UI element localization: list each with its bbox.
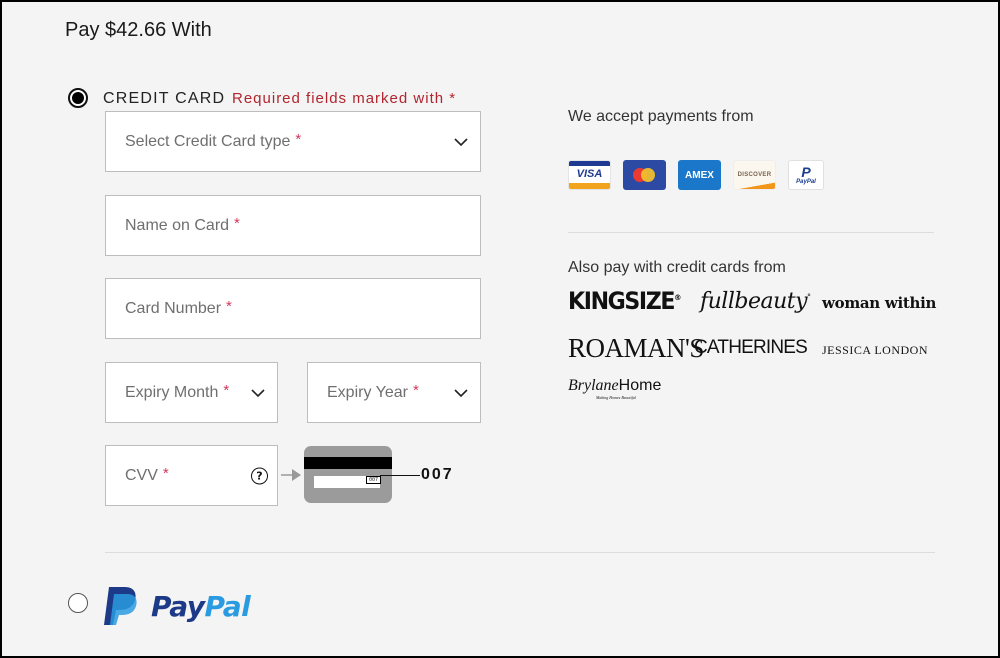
- brand-roamans-logo: ROAMAN'S: [568, 333, 704, 363]
- payment-options-divider: [105, 552, 935, 553]
- visa-text: VISA: [576, 168, 603, 180]
- paypal-radio[interactable]: [68, 593, 88, 613]
- card-type-select[interactable]: Select Credit Card type *: [105, 111, 481, 172]
- brand-kingsize-logo: KINGSIZE®: [568, 287, 681, 315]
- discover-logo: DISCOVER: [733, 160, 776, 190]
- paypal-small-text: PayPal: [796, 179, 816, 185]
- section-divider: [568, 232, 934, 233]
- amex-text: AMEX: [685, 169, 714, 181]
- chevron-down-icon: [454, 388, 468, 397]
- cvv-box: 007: [366, 476, 381, 484]
- required-asterisk: *: [412, 382, 419, 399]
- partner-brands-title: Also pay with credit cards from: [568, 259, 786, 276]
- accepted-card-logos: VISA AMEX DISCOVER P PayPal: [568, 160, 824, 190]
- chevron-down-icon: [454, 137, 468, 146]
- required-asterisk: *: [226, 298, 232, 315]
- visa-logo: VISA: [568, 160, 611, 190]
- cvv-callout-line: [380, 475, 420, 476]
- required-asterisk: *: [223, 382, 230, 399]
- required-asterisk: *: [295, 131, 302, 148]
- brand-jessica-london-logo: JESSICA LONDON: [822, 343, 929, 357]
- paypal-option[interactable]: PayPal: [103, 585, 251, 627]
- cvv-placeholder: CVV: [125, 466, 158, 484]
- brand-fullbeauty-logo: fullbeauty°: [700, 289, 811, 314]
- card-number-placeholder: Card Number: [125, 299, 222, 317]
- page-title: Pay $42.66 With: [65, 19, 212, 41]
- expiry-month-placeholder: Expiry Month: [125, 383, 219, 401]
- credit-card-label[interactable]: CREDIT CARD: [103, 90, 225, 108]
- accepted-payments-title: We accept payments from: [568, 108, 754, 125]
- expiry-year-select[interactable]: Expiry Year *: [307, 362, 481, 423]
- expiry-month-select[interactable]: Expiry Month *: [105, 362, 278, 423]
- card-type-placeholder: Select Credit Card type: [125, 132, 291, 150]
- cvv-callout-text: 007: [421, 466, 454, 483]
- paypal-small-logo: P PayPal: [788, 160, 824, 190]
- arrow-right-icon: [281, 469, 301, 481]
- card-number-input[interactable]: Card Number *: [105, 278, 481, 339]
- paypal-wordmark: PayPal: [151, 589, 251, 623]
- mastercard-logo: [623, 160, 666, 190]
- brylane-tagline: Making Homes Beautiful: [596, 395, 636, 400]
- help-icon[interactable]: ?: [251, 467, 268, 484]
- required-fields-note: Required fields marked with *: [232, 90, 457, 107]
- magnetic-stripe: [304, 457, 392, 469]
- paypal-p-icon: [104, 587, 137, 625]
- discover-text: DISCOVER: [737, 172, 772, 178]
- chevron-down-icon: [251, 388, 265, 397]
- required-asterisk: *: [162, 465, 169, 482]
- brand-brylane-home-logo: BrylaneHome Making Homes Beautiful: [568, 377, 662, 400]
- expiry-year-placeholder: Expiry Year: [327, 383, 408, 401]
- name-on-card-placeholder: Name on Card: [125, 216, 230, 234]
- required-asterisk: *: [234, 215, 240, 232]
- name-on-card-input[interactable]: Name on Card *: [105, 195, 481, 256]
- brand-woman-within-logo: woman within: [822, 294, 937, 312]
- cvv-input[interactable]: CVV * ?: [105, 445, 278, 506]
- amex-logo: AMEX: [678, 160, 721, 190]
- brand-catherines-logo: CATHERINES: [694, 337, 808, 358]
- paypal-p-glyph: P: [801, 164, 811, 180]
- credit-card-radio[interactable]: [68, 88, 88, 108]
- card-back-illustration: 007: [304, 446, 392, 503]
